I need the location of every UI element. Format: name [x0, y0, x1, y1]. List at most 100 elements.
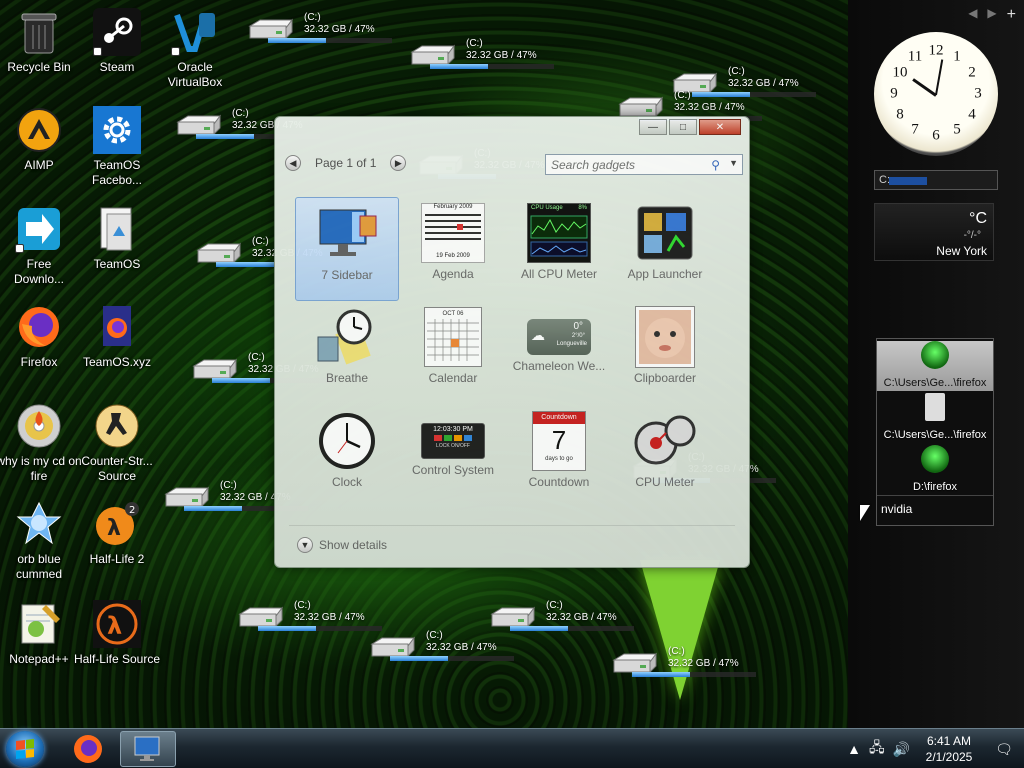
svg-text:2: 2 — [129, 505, 135, 516]
firefox-doc-icon — [93, 303, 141, 351]
desktop-icon-teamos[interactable]: TeamOS — [72, 205, 162, 272]
settings-gear-icon — [93, 106, 141, 154]
desktop-icon-virtualbox[interactable]: Oracle VirtualBox — [150, 8, 240, 90]
drive-usage-fill — [184, 506, 243, 511]
drive-usage-text: 32.32 GB / 47% — [546, 612, 617, 623]
hard-drive-icon — [612, 652, 657, 674]
gadget-7-sidebar[interactable]: 7 Sidebar — [295, 197, 399, 301]
drive-name: (C:) — [728, 66, 745, 77]
taskbar-firefox[interactable] — [60, 731, 116, 767]
monitor-icon — [134, 736, 160, 761]
network-icon[interactable]: 🖧 — [869, 737, 885, 761]
show-details-toggle[interactable]: ▼ Show details — [297, 537, 387, 553]
app-green-orb-icon — [921, 445, 949, 473]
desktop-icon-counter-strike[interactable]: Counter-Str... Source — [72, 402, 162, 484]
gadget-calendar[interactable]: OCT 06 Calendar — [401, 301, 505, 405]
next-page-button[interactable]: ▶ — [390, 155, 407, 171]
sidebar-clock-gadget[interactable]: 12 1 2 3 4 5 6 7 8 9 10 11 — [874, 32, 998, 156]
drive-name: (C:) — [466, 38, 483, 49]
hard-drive-icon — [618, 96, 663, 118]
launcher-search-text[interactable]: nvidia — [877, 495, 993, 531]
drive-name: (C:) — [426, 630, 443, 641]
drive-usage-fill — [196, 134, 255, 139]
gadget-gallery-window[interactable]: — □ ✕ ◀ Page 1 of 1 ▶ ⚲ ▼ 7 Sidebar Febr… — [274, 116, 750, 568]
sidebar-search-highlight — [889, 177, 927, 185]
drive-meter-gadget[interactable]: (C:)32.32 GB / 47% — [408, 38, 558, 82]
gadget-app-launcher[interactable]: App Launcher — [613, 197, 717, 301]
desktop-icon-half-life-source[interactable]: λ Half-Life Source — [72, 600, 162, 667]
clock-area[interactable]: 6:41 AM 2/1/2025 — [914, 733, 984, 765]
search-icon[interactable]: ⚲ — [711, 158, 720, 172]
steam-icon — [93, 8, 141, 56]
weather-cloud-icon: ☁ 0° 2°/0° Longueville — [527, 319, 591, 355]
gadget-name: Calendar — [428, 371, 478, 385]
notepad-plus-plus-icon — [15, 600, 63, 648]
drive-meter-gadget[interactable]: (C:)32.32 GB / 47% — [368, 630, 518, 674]
download-arrow-icon — [15, 205, 63, 253]
launcher-item-label: C:\Users\Ge...\firefox — [883, 377, 987, 389]
next-arrow-icon[interactable]: ▶ — [987, 6, 996, 24]
gadget-name: All CPU Meter — [520, 267, 597, 281]
desktop-icon-label: TeamOS — [93, 257, 141, 271]
page-label: Page 1 of 1 — [315, 156, 377, 170]
drive-name: (C:) — [546, 600, 563, 611]
taskbar-gadget-gallery[interactable] — [120, 731, 176, 767]
gadget-agenda[interactable]: February 2009 19 Feb 2009 Agenda — [401, 197, 505, 301]
drive-meter-gadget[interactable]: (C:)32.32 GB / 47% — [610, 646, 760, 690]
gadget-all-cpu-meter[interactable]: CPU Usage 8% All CPU Meter — [507, 197, 611, 301]
half-life-source-icon: λ — [93, 600, 141, 648]
gadget-cpu-meter[interactable]: CPU Meter — [613, 405, 717, 509]
gadget-breathe[interactable]: Breathe — [295, 301, 399, 405]
system-tray: ▲ 🖧 🔊 6:41 AM 2/1/2025 🗨 — [843, 729, 1024, 768]
gadget-clipboarder[interactable]: Clipboarder — [613, 301, 717, 405]
taskbar-time: 6:41 AM — [926, 734, 972, 748]
previous-page-button[interactable]: ◀ — [285, 155, 301, 171]
drive-usage-fill — [216, 262, 275, 267]
drive-meter-gadget[interactable]: (C:)32.32 GB / 47% — [236, 600, 386, 644]
svg-text:λ: λ — [107, 516, 121, 541]
weather-thumb-temp: 0° — [573, 321, 583, 332]
desktop-icon-half-life-2[interactable]: λ2 Half-Life 2 — [72, 500, 162, 567]
volume-icon[interactable]: 🔊 — [893, 741, 910, 758]
clock-numeral: 5 — [953, 121, 961, 138]
launcher-item-firefox-1[interactable]: C:\Users\Ge...\firefox — [877, 341, 993, 391]
previous-arrow-icon[interactable]: ◀ — [968, 6, 977, 24]
drive-usage-text: 32.32 GB / 47% — [304, 24, 375, 35]
search-gadgets-box[interactable]: ⚲ ▼ — [545, 154, 743, 175]
clock-hour-hand — [912, 78, 937, 97]
close-button[interactable]: ✕ — [699, 119, 741, 135]
maximize-button[interactable]: □ — [669, 119, 697, 135]
sidebar-drive-search[interactable]: C: — [874, 170, 998, 190]
minimize-button[interactable]: — — [639, 119, 667, 135]
control-thumb-time: 12:03:30 PM — [433, 426, 473, 433]
start-button[interactable] — [6, 731, 44, 767]
clock-numeral: 4 — [968, 106, 976, 123]
gadget-name: Agenda — [432, 267, 474, 281]
hard-drive-icon — [176, 114, 221, 136]
launcher-item-firefox-3[interactable]: D:\firefox — [877, 445, 993, 495]
gadget-countdown[interactable]: Countdown 7 days to go Countdown — [507, 405, 611, 509]
drive-meter-gadget[interactable]: (C:)32.32 GB / 47% — [246, 12, 396, 56]
gadget-chameleon-weather[interactable]: ☁ 0° 2°/0° Longueville Chameleon We... — [507, 301, 611, 405]
desktop-icon-teamos-facebook[interactable]: TeamOS Facebo... — [72, 106, 162, 188]
drive-usage-bar — [510, 626, 634, 631]
gadget-control-system[interactable]: 12:03:30 PM LOCK ON/OFF Control System — [401, 405, 505, 509]
sidebar-weather-gadget[interactable]: °C -°/-° New York — [874, 203, 994, 261]
show-hidden-icons-icon[interactable]: ▲ — [847, 741, 861, 757]
add-gadget-icon[interactable]: + — [1007, 6, 1016, 24]
recycle-bin-icon — [15, 8, 63, 56]
drive-usage-fill — [212, 378, 271, 383]
clock-numeral: 2 — [968, 64, 976, 81]
desktop-icon-teamos-xyz[interactable]: TeamOS.xyz — [72, 303, 162, 370]
desktop-icon-steam[interactable]: Steam — [72, 8, 162, 75]
hard-drive-icon — [238, 606, 283, 628]
shortcut-arrow-icon — [93, 47, 102, 56]
drive-usage-text: 32.32 GB / 47% — [728, 78, 799, 89]
launcher-item-firefox-2[interactable]: C:\Users\Ge...\firefox — [877, 393, 993, 443]
gadget-clock[interactable]: Clock — [295, 405, 399, 509]
notification-icon[interactable]: 🗨 — [984, 741, 1024, 758]
half-life-2-icon: λ2 — [93, 500, 141, 548]
gadget-name: Breathe — [325, 371, 369, 385]
search-input[interactable] — [551, 157, 701, 172]
chevron-down-icon[interactable]: ▼ — [729, 158, 738, 168]
